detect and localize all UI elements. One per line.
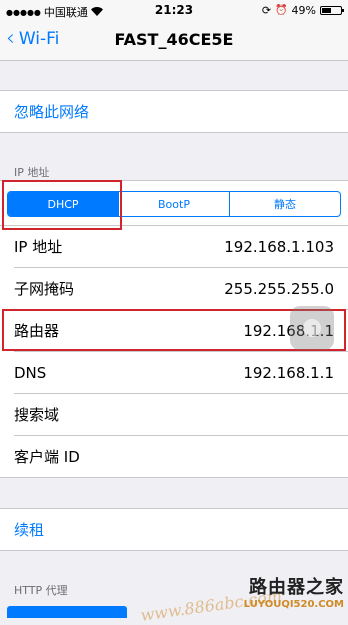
row-label: 搜索域 (14, 406, 60, 424)
navigation-bar: ‹ Wi-Fi FAST_46CE5E (0, 20, 348, 61)
status-bar: ●●●●● 中国联通 21:23 ⟳ ⏰ 49% (0, 0, 348, 20)
row-value: 192.168.1.1 (243, 363, 334, 382)
row-label: DNS (14, 363, 47, 382)
segment-bootp[interactable]: BootP (119, 192, 230, 216)
http-proxy-header: HTTP 代理 (14, 584, 68, 597)
assistive-touch-icon[interactable] (290, 306, 334, 350)
ip-mode-segmented-control: DHCP BootP 静态 (7, 191, 341, 217)
proxy-segment-partial[interactable] (7, 606, 127, 618)
row-value: 192.168.1.103 (224, 237, 334, 256)
client-id-row[interactable]: 客户端 ID (14, 436, 348, 477)
ip-section-header: IP 地址 (14, 166, 50, 179)
alarm-icon: ⏰ (275, 5, 288, 16)
subnet-mask-row[interactable]: 子网掩码 255.255.255.0 (14, 268, 348, 310)
search-domain-row[interactable]: 搜索域 (14, 394, 348, 436)
row-label: 路由器 (14, 322, 60, 340)
renew-lease-button[interactable]: 续租 (14, 509, 348, 550)
battery-percent: 49% (291, 4, 316, 17)
page-title: FAST_46CE5E (114, 30, 234, 49)
ip-details-group: IP 地址 192.168.1.103 子网掩码 255.255.255.0 路… (0, 225, 348, 478)
row-value: 255.255.255.0 (224, 279, 334, 298)
row-label: 子网掩码 (14, 280, 75, 298)
segment-dhcp[interactable]: DHCP (8, 192, 119, 216)
watermark-title: 路由器之家 (249, 577, 344, 598)
dns-row[interactable]: DNS 192.168.1.1 (14, 352, 348, 394)
row-label: IP 地址 (14, 238, 63, 256)
status-right: ⟳ ⏰ 49% (261, 4, 344, 17)
renew-lease-group: 续租 (0, 508, 348, 551)
watermark: 路由器之家 LUYOUQI520.COM (244, 573, 344, 610)
rotation-lock-icon: ⟳ (261, 4, 272, 17)
ip-address-row[interactable]: IP 地址 192.168.1.103 (14, 226, 348, 268)
row-label: 客户端 ID (14, 448, 80, 466)
forget-network-button[interactable]: 忽略此网络 (14, 91, 348, 132)
battery-icon (320, 6, 344, 15)
watermark-url: LUYOUQI520.COM (243, 599, 344, 610)
battery-fill (322, 8, 331, 13)
forget-network-group: 忽略此网络 (0, 90, 348, 133)
segment-static[interactable]: 静态 (230, 192, 340, 216)
